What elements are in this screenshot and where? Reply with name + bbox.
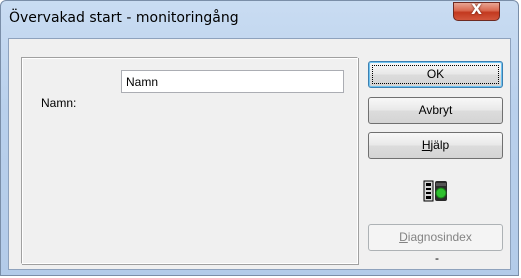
name-input[interactable] bbox=[121, 70, 344, 93]
close-icon: X bbox=[471, 2, 482, 18]
window-title: Övervakad start - monitoringång bbox=[9, 10, 239, 26]
dialog-window: Övervakad start - monitoringång X Namn: … bbox=[0, 0, 519, 276]
name-label: Namn: bbox=[41, 96, 77, 110]
diagnos-mnemonic: D bbox=[399, 230, 408, 244]
cancel-button-label: Avbryt bbox=[418, 103, 453, 117]
diagnosindex-button-label: iagnosindex bbox=[407, 230, 472, 244]
title-bar[interactable]: Övervakad start - monitoringång X bbox=[1, 1, 518, 39]
help-button[interactable]: Hjälp bbox=[368, 132, 503, 159]
module-status-icon bbox=[423, 179, 449, 203]
diagnosindex-button[interactable]: Diagnosindex bbox=[368, 224, 503, 251]
help-button-label: jälp bbox=[430, 138, 450, 152]
ok-button[interactable]: OK bbox=[368, 61, 503, 88]
focus-rect bbox=[372, 65, 499, 84]
module-icon-graphic bbox=[423, 180, 447, 202]
close-button[interactable]: X bbox=[453, 2, 500, 21]
dialog-body: Namn: OK Avbryt Hjälp Diagno bbox=[8, 38, 511, 270]
status-value: - bbox=[435, 251, 439, 265]
cancel-button[interactable]: Avbryt bbox=[368, 97, 503, 124]
